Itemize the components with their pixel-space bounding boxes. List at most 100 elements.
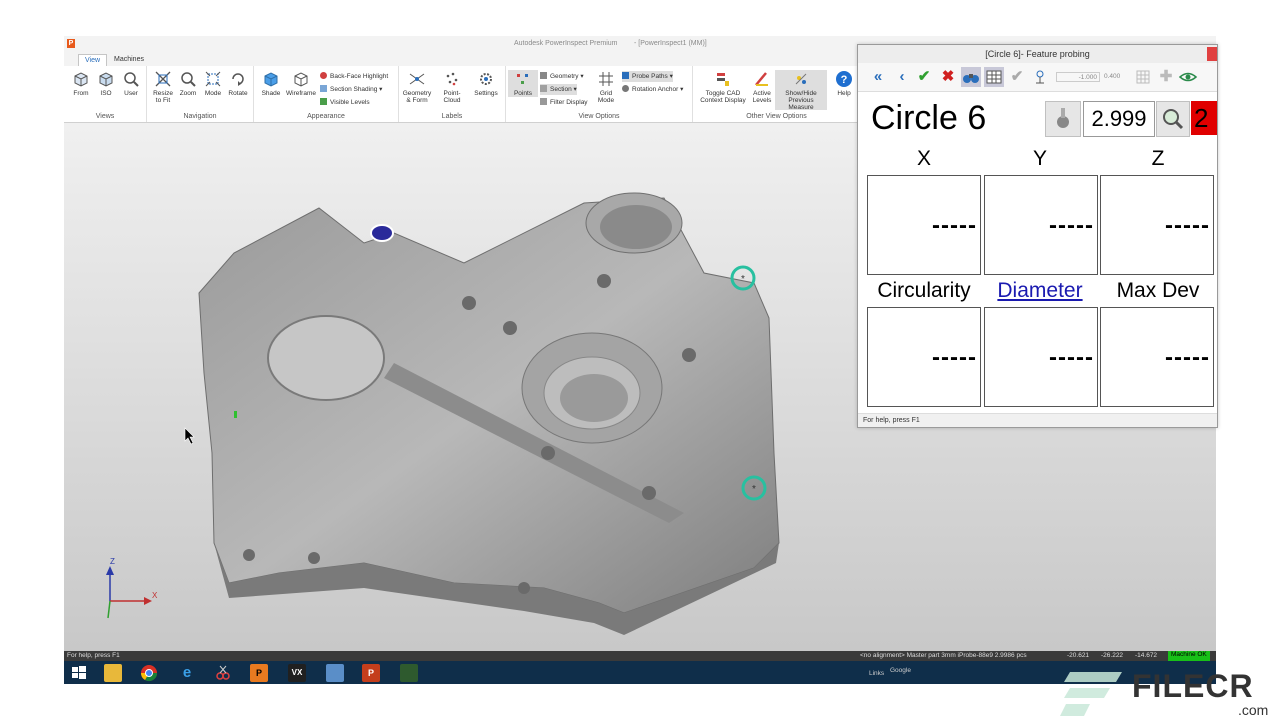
group-labels: Geometry & Form Point-Cloud Settings Lab… [399, 66, 506, 122]
dialog-toolbar: « ‹ ✔ ✖ ✔ -1.000 0.400 ✚ [858, 63, 1217, 92]
help-button[interactable]: ? Help [829, 70, 859, 97]
column-header-z: Z [1151, 147, 1165, 170]
accept-check-icon[interactable]: ✔ [914, 67, 934, 87]
group-label-view-options: View Options [578, 113, 620, 120]
watermark-tld: .com [1238, 702, 1269, 718]
svg-text:*: * [741, 274, 745, 285]
dialog-close-button[interactable] [1207, 47, 1217, 61]
point-counter-badge: 2 [1191, 101, 1217, 135]
probe-select-button[interactable] [1045, 101, 1081, 137]
internet-explorer-icon[interactable]: e [178, 664, 196, 682]
window-title: Autodesk PowerInspect Premium [514, 40, 618, 47]
active-levels-button[interactable]: Active Levels [747, 70, 777, 104]
taskbar-google[interactable]: Google [890, 667, 911, 674]
show-hide-previous-measure-button[interactable]: Show/Hide Previous Measure [775, 70, 827, 111]
status-x: -20.621 [1067, 652, 1090, 659]
active-levels-icon [755, 72, 768, 86]
points-button[interactable]: Points [508, 70, 538, 97]
powerpoint-icon[interactable]: P [362, 664, 380, 682]
file-explorer-icon[interactable] [104, 664, 122, 682]
group-appearance: Shade Wireframe Back-Face Highlight Sect… [254, 66, 399, 122]
rotation-anchor-toggle[interactable]: Rotation Anchor ▾ [622, 84, 683, 95]
status-z: -14.672 [1135, 652, 1158, 659]
first-feature-icon[interactable]: « [868, 67, 888, 87]
magnifier-icon [1163, 109, 1184, 130]
toggle-cad-context-button[interactable]: Toggle CAD Context Display [697, 70, 749, 104]
column-header-diameter-link[interactable]: Diameter [983, 279, 1097, 303]
rotate-button[interactable]: Rotate [223, 70, 253, 97]
wireframe-button[interactable]: Wireframe [286, 70, 316, 97]
zoom-icon [181, 72, 196, 87]
grid-icon [599, 72, 613, 86]
chrome-icon[interactable] [140, 664, 158, 682]
probe-paths-toggle[interactable]: Probe Paths ▾ [622, 71, 673, 82]
grid-mode-button[interactable]: Grid Mode [591, 70, 621, 104]
tab-machines[interactable]: Machines [108, 54, 150, 66]
magnifier-user-icon [124, 72, 139, 87]
probe-paths-icon [622, 72, 629, 79]
point-cloud-button[interactable]: Point-Cloud [437, 70, 467, 104]
group-label-views: Views [95, 113, 115, 120]
section-toggle-icon [540, 85, 547, 92]
value-cell-z: ----- [1100, 175, 1214, 275]
disabled-check-icon[interactable]: ✔ [1007, 67, 1027, 87]
probe-point-icon[interactable] [1030, 67, 1050, 87]
previous-feature-icon[interactable]: ‹ [892, 67, 912, 87]
back-face-icon [320, 72, 327, 79]
grid-table-icon[interactable] [1133, 67, 1153, 87]
app-logo[interactable]: P [67, 39, 75, 48]
dialog-status-bar: For help, press F1 [858, 413, 1217, 427]
powerinspect-taskbar-icon[interactable]: P [250, 664, 268, 682]
group-view-options: Points Geometry ▾ Section ▾ Filter Displ… [506, 66, 693, 122]
filecr-logo-icon [1060, 672, 1122, 716]
vx-app-icon[interactable]: VX [288, 664, 306, 682]
visible-levels-icon [320, 98, 327, 105]
machine-status-badge: Machine OK [1168, 651, 1210, 661]
windows-taskbar: e P VX P Links Google [64, 661, 1216, 684]
cancel-cross-icon[interactable]: ✖ [938, 67, 958, 87]
eye-view-icon[interactable] [1178, 67, 1198, 87]
probe-app-icon[interactable] [400, 664, 418, 682]
probe-target-circle[interactable] [370, 224, 394, 242]
add-point-icon[interactable]: ✚ [1156, 67, 1176, 87]
geometry-toggle-icon [540, 72, 547, 79]
svg-text:*: * [752, 484, 756, 495]
section-shading-button[interactable]: Section Shading ▾ [320, 84, 382, 95]
filter-display-toggle[interactable]: Filter Display [540, 97, 588, 108]
tolerance-lower-field[interactable]: -1.000 [1056, 72, 1100, 82]
windows-start-icon[interactable] [70, 664, 88, 682]
visible-levels-button[interactable]: Visible Levels [320, 97, 370, 108]
value-cell-x: ----- [867, 175, 981, 275]
column-header-x: X [916, 147, 931, 170]
document-title: - [PowerInspect1 (MM)] [634, 40, 707, 47]
user-view-button[interactable]: User [116, 70, 146, 97]
labels-settings-button[interactable]: Settings [471, 70, 501, 97]
group-label-navigation: Navigation [183, 113, 217, 120]
value-cell-y: ----- [984, 175, 1098, 275]
back-face-highlight-button[interactable]: Back-Face Highlight [320, 71, 388, 82]
group-label-appearance: Appearance [307, 113, 345, 120]
geometry-toggle[interactable]: Geometry ▾ [540, 71, 584, 82]
cube-iso-icon [99, 72, 113, 87]
binoculars-icon[interactable] [961, 67, 981, 87]
control-panel-icon[interactable] [326, 664, 344, 682]
tolerance-upper-field[interactable]: 0.400 [1104, 72, 1132, 82]
watermark-brand: FILECR [1132, 668, 1254, 704]
group-label-other-view-options: Other View Options [746, 113, 807, 120]
geometry-form-button[interactable]: Geometry & Form [402, 70, 432, 104]
section-toggle[interactable]: Section ▾ [540, 84, 577, 95]
svg-text:?: ? [841, 74, 848, 86]
group-views: From ISO User Views [64, 66, 147, 122]
toggle-cad-icon [717, 73, 729, 86]
probe-diameter-field[interactable]: 2.999 [1083, 101, 1155, 137]
table-view-icon[interactable] [984, 67, 1004, 87]
geometry-form-icon [409, 73, 425, 85]
snipping-tool-icon[interactable] [214, 664, 232, 682]
help-icon: ? [836, 71, 852, 87]
wireframe-cube-icon [294, 72, 308, 87]
taskbar-links[interactable]: Links [869, 670, 884, 677]
group-label-labels: Labels [441, 113, 463, 120]
zoom-feature-button[interactable] [1156, 101, 1190, 137]
shade-button[interactable]: Shade [256, 70, 286, 97]
filter-display-icon [540, 98, 547, 105]
